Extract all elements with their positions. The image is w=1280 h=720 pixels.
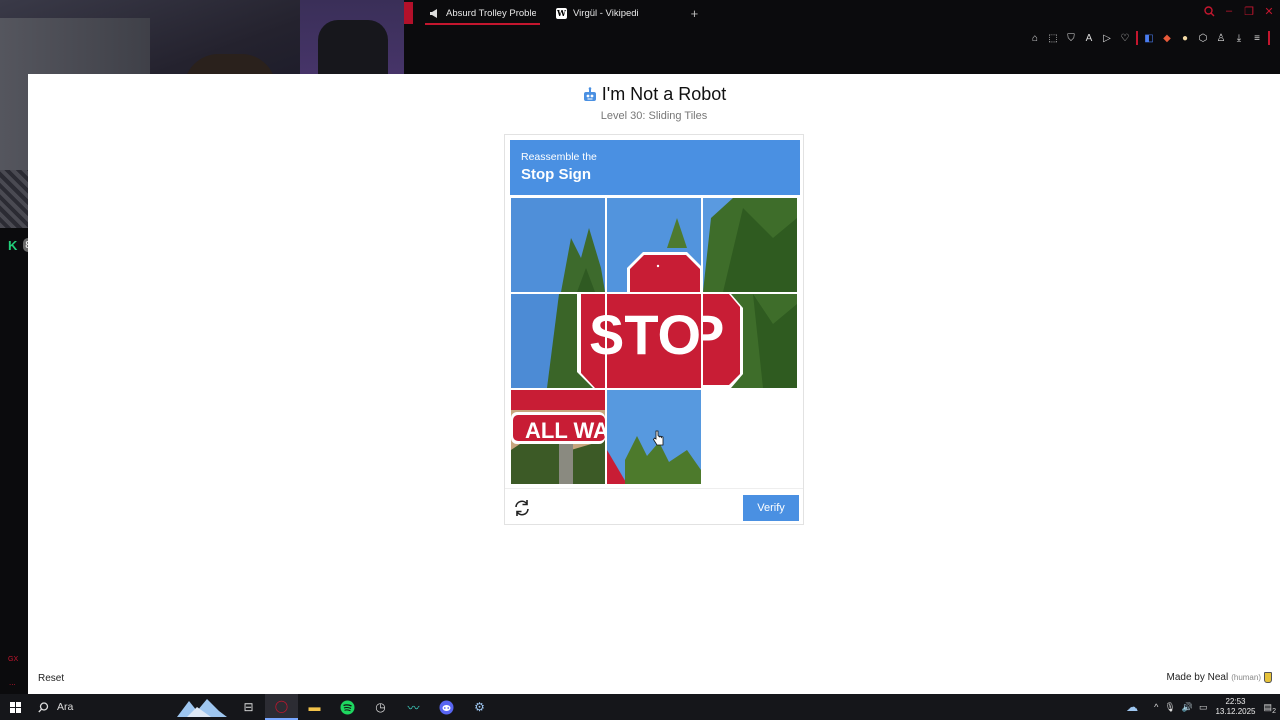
clock-date: 13.12.2025 xyxy=(1215,707,1256,716)
page-title: I'm Not a Robot xyxy=(601,84,727,104)
page-subtitle: Level 30: Sliding Tiles xyxy=(600,109,708,122)
system-tray: ☁ ^ 🎙 🔊 ▭ 22:53 13.12.2025 ▤ 2 xyxy=(1126,694,1280,720)
search-placeholder: Ara xyxy=(57,701,74,713)
menu-icon[interactable]: ≡ xyxy=(1250,31,1264,45)
page-header: I'm Not a Robot Level 30: Sliding Tiles xyxy=(28,84,1280,122)
file-explorer-icon[interactable]: ▬ xyxy=(298,694,331,720)
empty-tile[interactable] xyxy=(703,390,797,484)
toolbar-separator xyxy=(1136,31,1138,45)
tile[interactable] xyxy=(703,198,797,292)
heart-icon[interactable]: ♡ xyxy=(1118,31,1132,45)
stop-letter: P xyxy=(703,303,724,366)
cup-icon xyxy=(1264,672,1272,683)
pin-icon[interactable]: ⌂ xyxy=(1028,31,1042,45)
account-icon[interactable]: ♙ xyxy=(1214,31,1228,45)
snapshot-icon[interactable]: ⬚ xyxy=(1046,31,1060,45)
clock-app-icon[interactable]: ◷ xyxy=(364,694,397,720)
close-icon[interactable]: ✕ xyxy=(1262,4,1276,18)
restore-icon[interactable]: ❐ xyxy=(1242,4,1256,18)
minimize-icon[interactable]: – xyxy=(1222,4,1236,18)
clock[interactable]: 22:53 13.12.2025 xyxy=(1213,697,1257,717)
tab-label: Absurd Trolley Proble xyxy=(446,7,536,19)
allway-text: ALL WAY xyxy=(525,418,605,443)
search-icon xyxy=(38,701,49,712)
tile[interactable]: S xyxy=(511,294,605,388)
captcha-widget: Reassemble the Stop Sign TO P ALL WA Ver… xyxy=(504,134,804,525)
extensions-icon[interactable]: ⬡ xyxy=(1196,31,1210,45)
new-tab-button[interactable]: + xyxy=(691,6,699,21)
reset-button[interactable]: Reset xyxy=(30,669,73,688)
shield-icon[interactable]: ⛉ xyxy=(1064,31,1078,45)
captcha-footer: Verify xyxy=(505,488,803,525)
tab-accent xyxy=(404,2,413,24)
tab-label: Virgül - Vikipedi xyxy=(573,7,639,19)
microphone-icon[interactable]: 🎙 xyxy=(1164,702,1175,713)
tile[interactable]: STOP xyxy=(607,294,701,388)
wikipedia-icon: W xyxy=(556,7,567,19)
tab-strip: Absurd Trolley Proble W Virgül - Vikiped… xyxy=(404,0,1280,26)
steam-icon[interactable]: ⚙ xyxy=(463,694,496,720)
credit-note: (human) xyxy=(1231,673,1261,682)
refresh-icon[interactable] xyxy=(513,499,531,517)
spotify-icon[interactable] xyxy=(331,694,364,720)
tile[interactable]: ALL WAY xyxy=(511,390,605,484)
browser-sidebar xyxy=(0,228,28,694)
notification-count: 2 xyxy=(1272,707,1276,715)
megaphone-icon xyxy=(429,8,440,19)
windows-start-icon[interactable] xyxy=(0,694,30,720)
tile[interactable]: P xyxy=(703,294,797,388)
stop-letter: S xyxy=(589,303,605,366)
tab-absurd-trolley[interactable]: Absurd Trolley Proble xyxy=(419,2,546,25)
streaming-app-icon[interactable]: 〰 xyxy=(397,694,430,720)
credit: Made by Neal (human) xyxy=(1166,672,1272,683)
page-content: I'm Not a Robot Level 30: Sliding Tiles … xyxy=(28,74,1280,694)
stop-center-text: STOP xyxy=(607,303,701,366)
egg-extension-icon[interactable]: ● xyxy=(1178,31,1192,45)
opera-gx-icon[interactable]: ◯ xyxy=(265,694,298,720)
fox-extension-icon[interactable]: ◆ xyxy=(1160,31,1174,45)
window-controls: – ❐ ✕ xyxy=(1202,4,1276,18)
tile[interactable] xyxy=(511,198,605,292)
kick-icon[interactable]: K xyxy=(8,238,17,253)
verify-button[interactable]: Verify xyxy=(743,495,799,521)
robot-icon xyxy=(583,86,596,101)
browser-toolbar: ⌂ ⬚ ⛉ A ▷ ♡ ◧ ◆ ● ⬡ ♙ ⤓ ≡ xyxy=(1028,31,1270,45)
taskbar-search[interactable]: Ara xyxy=(30,694,172,720)
translate-icon[interactable]: A xyxy=(1082,31,1096,45)
play-icon[interactable]: ▷ xyxy=(1100,31,1114,45)
notification-icon[interactable]: ▤ 2 xyxy=(1263,702,1276,715)
toolbar-separator xyxy=(1268,31,1270,45)
captcha-target: Stop Sign xyxy=(521,166,591,183)
captcha-header: Reassemble the Stop Sign xyxy=(510,140,800,195)
translate-extension-icon[interactable]: ◧ xyxy=(1142,31,1156,45)
network-icon[interactable]: ▭ xyxy=(1199,702,1208,713)
captcha-instruction: Reassemble the xyxy=(521,151,597,163)
credit-label: Made by Neal xyxy=(1166,672,1229,683)
taskbar: Ara ⊟ ◯ ▬ ◷ 〰 ⚙ ☁ ^ 🎙 🔊 ▭ 22:53 13.12.20… xyxy=(0,694,1280,720)
tile[interactable] xyxy=(607,198,701,292)
hand-cursor-icon xyxy=(653,430,664,446)
volume-icon[interactable]: 🔊 xyxy=(1182,702,1193,713)
sidebar-more-icon[interactable]: ... xyxy=(9,678,16,687)
search-highlight-icon[interactable] xyxy=(172,694,232,720)
clock-time: 22:53 xyxy=(1225,697,1246,706)
download-icon[interactable]: ⤓ xyxy=(1232,31,1246,45)
search-icon[interactable] xyxy=(1202,4,1216,18)
gx-logo[interactable]: GX xyxy=(8,656,18,663)
discord-icon[interactable] xyxy=(430,694,463,720)
chevron-up-icon[interactable]: ^ xyxy=(1154,702,1158,712)
task-view-icon[interactable]: ⊟ xyxy=(232,694,265,720)
tab-vikipedi[interactable]: W Virgül - Vikipedi xyxy=(546,2,649,24)
weather-icon[interactable]: ☁ xyxy=(1126,700,1138,714)
